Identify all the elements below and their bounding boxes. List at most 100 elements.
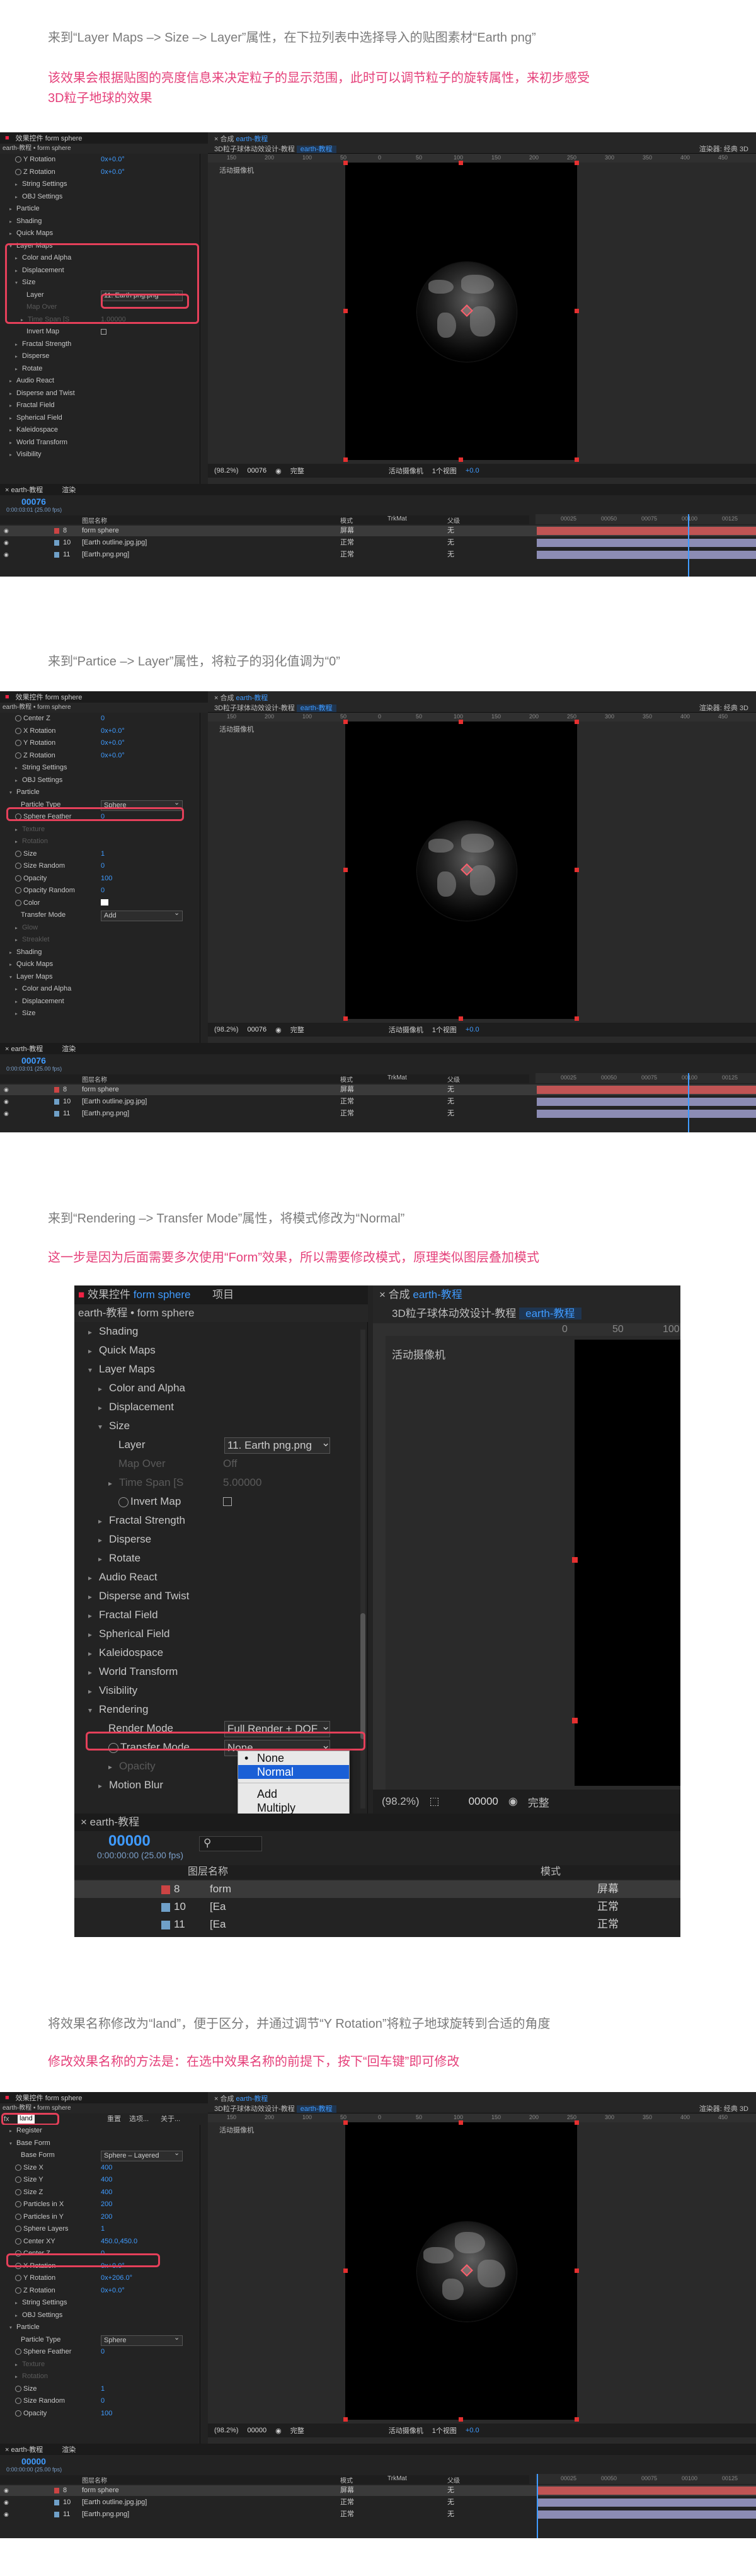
property-row-base-form[interactable]: Base Form Sphere – Layered ⌄ (0, 2149, 200, 2162)
menu-item-multiply[interactable]: Multiply (238, 1801, 349, 1815)
property-row-displacement[interactable]: ▸ Displacement (0, 996, 200, 1008)
disclosure-closed-icon[interactable]: ▸ (9, 227, 16, 240)
property-value[interactable]: Off (223, 1454, 237, 1473)
playhead[interactable] (688, 1073, 689, 1132)
property-row-rendering[interactable]: ▾ Rendering (74, 1700, 367, 1719)
layer-duration-bar[interactable] (537, 2498, 756, 2507)
camera-icon[interactable]: ◉ (508, 1795, 518, 1808)
property-row-particle[interactable]: ▾ Particle (0, 786, 200, 799)
disclosure-closed-icon[interactable]: ▸ (88, 1568, 99, 1587)
property-row-kaleidospace[interactable]: ▸ Kaleidospace (0, 424, 200, 437)
stopwatch-icon[interactable] (15, 2275, 21, 2282)
property-row-opacity[interactable]: Opacity 100 (0, 873, 200, 885)
property-row-sphere-layers[interactable]: Sphere Layers 1 (0, 2223, 200, 2236)
property-row-size[interactable]: Size 1 (0, 848, 200, 861)
property-row-size[interactable]: ▸ Size (0, 1008, 200, 1020)
property-row-map-over[interactable]: Map Over Off (74, 1454, 367, 1473)
property-row-size[interactable]: Size 1 (0, 2383, 200, 2396)
property-value[interactable]: 100 (101, 2408, 112, 2420)
property-row-layer-maps[interactable]: ▾ Layer Maps (0, 971, 200, 984)
disclosure-open-icon[interactable]: ▾ (9, 971, 16, 984)
camera-select[interactable]: 活动摄像机 (389, 2425, 423, 2435)
timecode[interactable]: 00000 (108, 1832, 151, 1850)
stopwatch-icon[interactable] (15, 2385, 21, 2392)
checkbox[interactable] (101, 329, 106, 335)
property-row-center-xy[interactable]: Center XY 450.0,450.0 (0, 2236, 200, 2248)
render-queue-tab[interactable]: 渲染 (62, 1044, 76, 1054)
property-row-particle-type[interactable]: Particle Type Sphere ⌄ (0, 2334, 200, 2347)
comp-canvas[interactable] (343, 720, 579, 1021)
layer-name[interactable]: [Ea (210, 1916, 226, 1933)
layer-parent-select[interactable]: 无 (447, 2509, 454, 2520)
property-value[interactable]: 0x+0.0° (101, 737, 125, 750)
stopwatch-icon[interactable] (15, 752, 21, 759)
stopwatch-icon[interactable] (15, 168, 21, 175)
camera-select[interactable]: 活动摄像机 (389, 1025, 423, 1035)
disclosure-closed-icon[interactable]: ▸ (9, 388, 16, 400)
stopwatch-icon[interactable] (15, 2349, 21, 2355)
disclosure-closed-icon[interactable]: ▸ (88, 1682, 99, 1701)
property-row-world-transform[interactable]: ▸ World Transform (0, 437, 200, 449)
comp-tab[interactable]: earth-教程 (236, 694, 268, 702)
property-row-opacity[interactable]: Opacity 100 (0, 2408, 200, 2420)
disclosure-closed-icon[interactable]: ▸ (15, 2359, 22, 2371)
timecode[interactable]: 00076 (21, 1055, 46, 1066)
property-row-fractal-field[interactable]: ▸ Fractal Field (0, 400, 200, 412)
disclosure-closed-icon[interactable]: ▸ (9, 2125, 16, 2137)
disclosure-closed-icon[interactable]: ▸ (15, 2309, 22, 2322)
frame-field[interactable]: 00000 (469, 1795, 498, 1808)
stopwatch-icon[interactable] (15, 2226, 21, 2233)
property-row-size-random[interactable]: Size Random 0 (0, 860, 200, 873)
layer-mode-select[interactable]: 正常 (340, 1108, 354, 1119)
comp-crumb[interactable]: 3D粒子球体动效设计-教程 earth-教程 (214, 144, 336, 154)
disclosure-closed-icon[interactable]: ▸ (88, 1625, 99, 1644)
camera-icon[interactable]: ◉ (275, 2427, 282, 2435)
layer-name[interactable]: [Earth outline.jpg.jpg] (82, 538, 147, 548)
timecode[interactable]: 00000 (21, 2456, 46, 2466)
property-row-rotate[interactable]: ▸ Rotate (0, 363, 200, 376)
eye-icon[interactable]: ◉ (4, 526, 9, 536)
label-color-swatch[interactable] (161, 1885, 170, 1894)
property-row-time-span-s[interactable]: ▸ Time Span [S 5.00000 (74, 1473, 367, 1492)
disclosure-open-icon[interactable]: ▾ (9, 2321, 16, 2334)
layer-row[interactable]: 11 [Ea 正常 (74, 1916, 680, 1933)
property-dropdown[interactable]: 11. Earth png.png (224, 1437, 330, 1454)
disclosure-closed-icon[interactable]: ▸ (108, 1474, 119, 1493)
comp-crumb[interactable]: 3D粒子球体动效设计-教程 earth-教程 (214, 2103, 336, 2113)
property-row-size-random[interactable]: Size Random 0 (0, 2395, 200, 2408)
exposure-value[interactable]: +0.0 (466, 467, 479, 474)
views-select[interactable]: 1个视图 (432, 2425, 457, 2435)
property-row-texture[interactable]: ▸ Texture (0, 2359, 200, 2371)
label-color-swatch[interactable] (54, 2512, 59, 2517)
stopwatch-icon[interactable] (15, 2238, 21, 2245)
stopwatch-icon[interactable] (15, 2188, 21, 2195)
property-row-shading[interactable]: ▸ Shading (0, 946, 200, 959)
label-color-swatch[interactable] (161, 1903, 170, 1912)
layer-duration-bar[interactable] (537, 1110, 756, 1118)
layer-mode-select[interactable]: 屏幕 (340, 2485, 354, 2496)
property-row-quick-maps[interactable]: ▸ Quick Maps (0, 227, 200, 240)
layer-mode-select[interactable]: 正常 (597, 1916, 619, 1933)
layer-duration-bar[interactable] (537, 2487, 756, 2495)
label-color-swatch[interactable] (54, 540, 59, 546)
property-value[interactable]: 1 (101, 2383, 105, 2396)
property-row-opacity-random[interactable]: Opacity Random 0 (0, 885, 200, 897)
eye-icon[interactable]: ◉ (4, 2509, 9, 2520)
property-row-z-rotation[interactable]: Z Rotation 0x+0.0° (0, 166, 200, 179)
comp-crumb[interactable]: 3D粒子球体动效设计-教程 earth-教程 (373, 1304, 680, 1323)
stopwatch-icon[interactable] (15, 2398, 21, 2405)
stopwatch-icon[interactable] (15, 875, 21, 882)
property-row-z-rotation[interactable]: Z Rotation 0x+0.0° (0, 750, 200, 762)
label-color-swatch[interactable] (54, 2500, 59, 2505)
comp-canvas[interactable] (572, 1340, 680, 1786)
layer-duration-bar[interactable] (537, 1086, 756, 1094)
stopwatch-icon[interactable] (15, 2201, 21, 2208)
checkbox[interactable] (223, 1497, 232, 1506)
property-row-transfer-mode[interactable]: Transfer Mode Add ⌄ (0, 909, 200, 922)
exposure-value[interactable]: +0.0 (466, 2427, 479, 2434)
property-row-string-settings[interactable]: ▸ String Settings (0, 2297, 200, 2309)
stopwatch-icon[interactable] (118, 1497, 129, 1507)
camera-icon[interactable]: ◉ (275, 467, 282, 475)
disclosure-closed-icon[interactable]: ▸ (108, 1757, 119, 1776)
property-row-size-y[interactable]: Size Y 400 (0, 2174, 200, 2187)
